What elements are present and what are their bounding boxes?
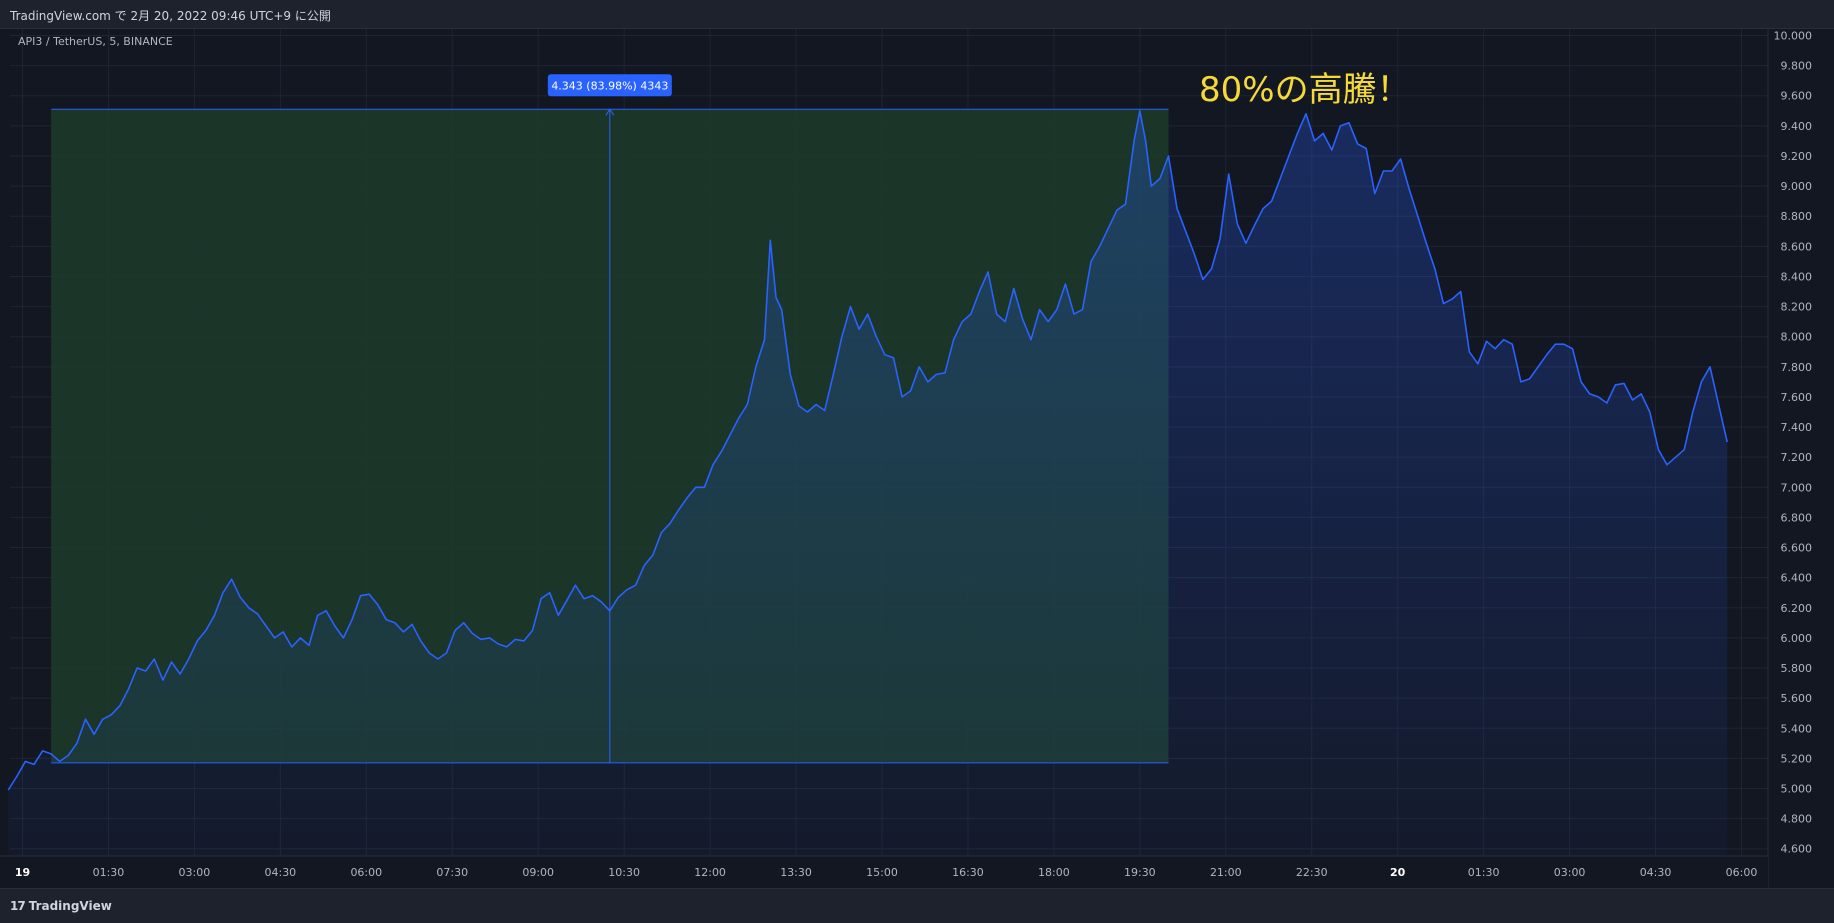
time-tick-label: 13:30 [780,866,812,879]
price-tick-label: 7.800 [1781,361,1813,374]
price-tick-label: 5.600 [1781,692,1813,705]
price-tick-label: 4.600 [1781,843,1813,856]
price-tick-label: 4.800 [1781,813,1813,826]
price-tick-label: 8.000 [1781,331,1813,344]
price-tick-label: 5.400 [1781,722,1813,735]
price-chart[interactable]: 10.000 9.800 9.600 9.400 9.200 9.000 8.800 8.60… [0,0,1834,888]
price-tick-label: 9.000 [1781,180,1813,193]
time-tick-label: 20 [1390,866,1406,879]
time-tick-label: 18:00 [1038,866,1070,879]
time-tick-label: 01:30 [1468,866,1500,879]
price-tick-label: 6.200 [1781,602,1813,615]
footer-bar: 17 TradingView [0,888,1834,923]
price-tick-label: 7.200 [1781,451,1813,464]
time-axis[interactable]: 19 01:30 03:00 04:30 06:00 07:30 09:00 10:30 12:… [0,855,1768,888]
price-tick-label: 9.200 [1781,150,1813,163]
price-tick-label: 9.800 [1781,60,1813,73]
time-tick-label: 07:30 [436,866,468,879]
price-tick-label: 8.800 [1781,210,1813,223]
price-tick-label: 5.200 [1781,752,1813,765]
price-tick-label: 7.400 [1781,421,1813,434]
time-tick-label: 04:30 [1640,866,1672,879]
time-tick-label: 15:00 [866,866,898,879]
price-tick-label: 6.600 [1781,542,1813,555]
price-tick-label: 5.000 [1781,783,1813,796]
time-tick-label: 21:00 [1210,866,1242,879]
measure-label-text: 4.343 (83.98%) 4343 [551,79,668,92]
price-axis[interactable]: 10.000 9.800 9.600 9.400 9.200 9.000 8.800 8.60… [1767,29,1822,888]
tradingview-logo[interactable]: 17 TradingView [10,899,112,913]
tradingview-brand-text: TradingView [28,899,112,913]
time-tick-label: 03:00 [179,866,211,879]
price-tick-label: 8.400 [1781,270,1813,283]
price-tick-label: 6.000 [1781,632,1813,645]
symbol-title[interactable]: API3 / TetherUS, 5, BINANCE [18,35,173,48]
price-tick-label: 7.600 [1781,391,1813,404]
time-tick-label: 19 [15,866,30,879]
price-tick-label: 6.800 [1781,511,1813,524]
time-tick-label: 19:30 [1124,866,1156,879]
time-tick-label: 04:30 [264,866,296,879]
price-tick-label: 8.600 [1781,240,1813,253]
price-tick-label: 6.400 [1781,572,1813,585]
price-tick-label: 5.800 [1781,662,1813,675]
time-tick-label: 06:00 [1726,866,1758,879]
time-tick-label: 12:00 [694,866,726,879]
time-tick-label: 03:00 [1554,866,1586,879]
time-tick-label: 16:30 [952,866,984,879]
annotation-text: 80%の高騰！ [1199,70,1411,110]
price-tick-label: 7.000 [1781,481,1813,494]
time-tick-label: 10:30 [608,866,640,879]
tradingview-snapshot: TradingView.com で 2月 20, 2022 09:46 UTC+… [0,0,1834,923]
time-tick-label: 01:30 [93,866,125,879]
time-tick-label: 06:00 [350,866,382,879]
time-tick-label: 22:30 [1296,866,1328,879]
time-tick-label: 09:00 [522,866,554,879]
tradingview-logo-icon: 17 [10,899,26,913]
price-tick-label: 9.400 [1781,120,1813,133]
price-tick-label: 8.200 [1781,301,1813,314]
price-tick-label: 9.600 [1781,90,1813,103]
price-tick-label: 10.000 [1774,30,1813,43]
